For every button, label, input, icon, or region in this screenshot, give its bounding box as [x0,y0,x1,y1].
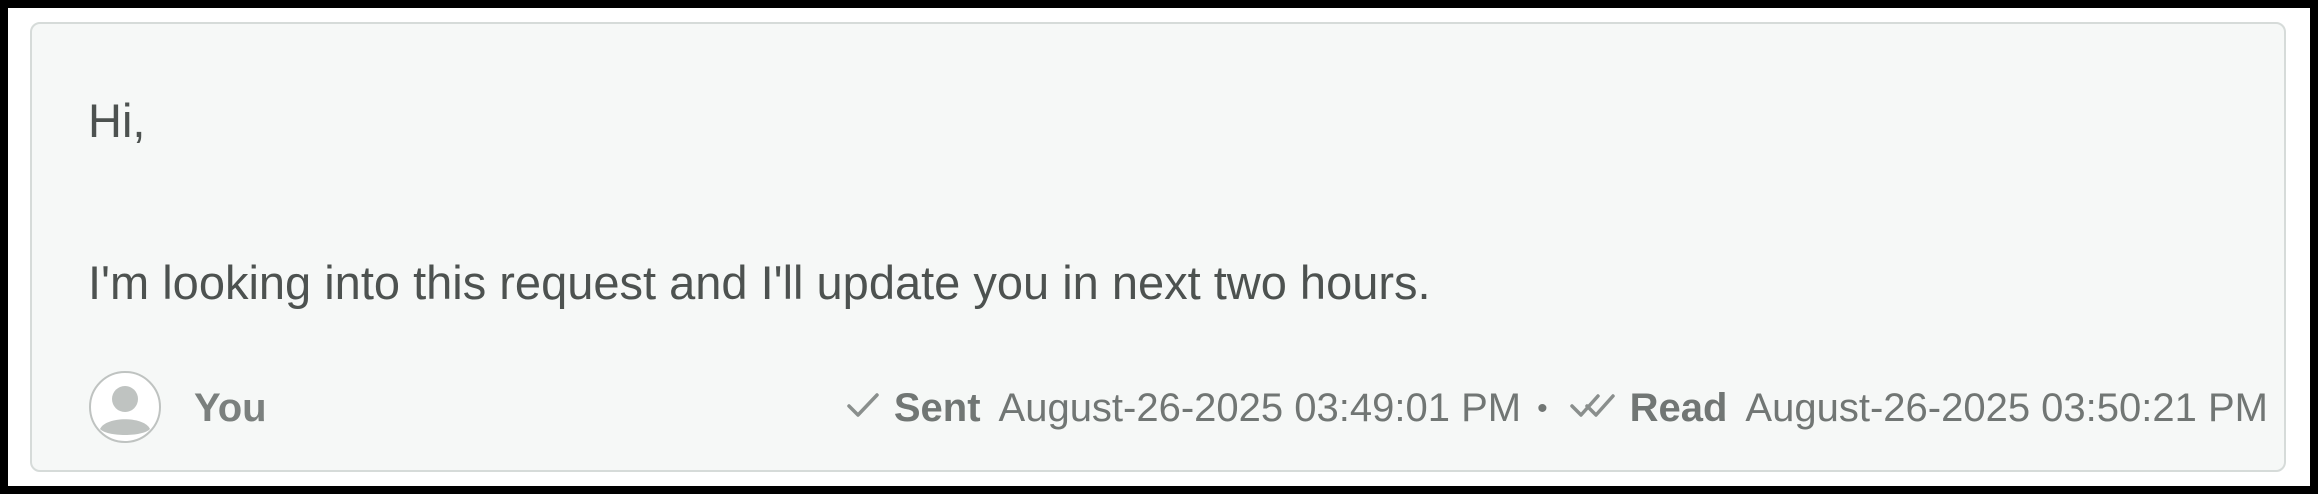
message-greeting: Hi, [88,94,146,147]
check-icon [846,386,880,431]
message-footer: You Sent August-26-2025 03:49:01 PM • Re… [88,370,2268,444]
screenshot-frame: Hi, I'm looking into this request and I'… [8,8,2310,486]
double-check-icon [1569,386,1616,431]
sent-timestamp: August-26-2025 03:49:01 PM [998,386,1522,430]
message-text: I'm looking into this request and I'll u… [88,256,1431,309]
message-card: Hi, I'm looking into this request and I'… [30,22,2286,472]
status-separator: • [1537,391,1548,425]
user-avatar-icon [88,370,162,444]
message-author: You [194,386,267,430]
read-label: Read [1629,386,1728,430]
message-status: Sent August-26-2025 03:49:01 PM • Read A… [846,386,2268,431]
message-body: Hi, I'm looking into this request and I'… [88,92,2188,312]
sent-label: Sent [893,386,981,430]
read-timestamp: August-26-2025 03:50:21 PM [1745,386,2268,430]
